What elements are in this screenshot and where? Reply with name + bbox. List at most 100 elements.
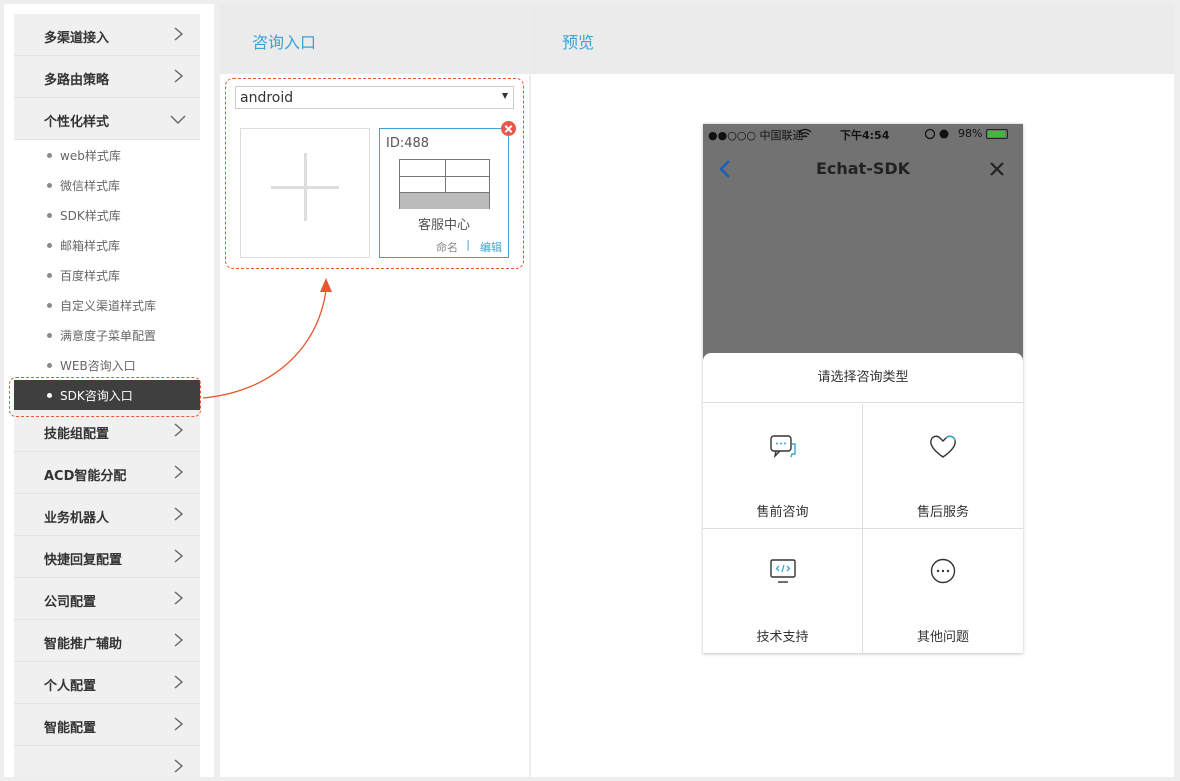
option-label: 技术支持 [756,630,809,645]
sub-item-web-style[interactable]: web样式库 [14,140,200,170]
nav-item-company[interactable]: 公司配置 [14,578,200,620]
monitor-code-icon [770,559,796,583]
nav-item-more[interactable] [14,746,200,777]
entry-style-card[interactable]: ID:488 客服中心 命名 | 编辑 [379,121,516,258]
sub-item-web-entry[interactable]: WEB咨询入口 [14,350,200,380]
bullet-icon [47,243,52,248]
style-card-name: 客服中心 [417,218,470,231]
entry-panel: 咨询入口 android ID:488 客服中心 命名 | 编辑 [220,4,529,777]
sub-item-sdk-style[interactable]: SDK样式库 [14,200,200,230]
sub-item-label: 微信样式库 [60,179,121,193]
option-label: 其他问题 [916,630,969,645]
nav-item-personal[interactable]: 个人配置 [14,662,200,704]
bullet-icon [47,393,52,398]
sub-item-custom-channel-style[interactable]: 自定义渠道样式库 [14,290,200,320]
chevron-right-icon [174,69,184,83]
bullet-icon [47,153,52,158]
chevron-right-icon [174,675,184,689]
nav-item-label: 业务机器人 [44,511,110,526]
nav-item-custom-style[interactable]: 个性化样式 [14,98,200,140]
battery-icon [986,129,1008,139]
thumbnail-footer [400,193,489,209]
platform-select[interactable]: android [235,86,514,109]
nav-item-acd[interactable]: ACD智能分配 [14,452,200,494]
nav-item-skill-group[interactable]: 技能组配置 [14,410,200,452]
bullet-icon [47,183,52,188]
option-other[interactable]: 其他问题 [863,529,1023,654]
phone-title-bar: Echat-SDK [703,144,1023,194]
sub-item-sdk-entry[interactable]: SDK咨询入口 [14,380,200,410]
option-tech-support[interactable]: 技术支持 [703,529,863,654]
rename-link[interactable]: 命名 [436,239,458,255]
chevron-right-icon [174,759,184,773]
option-aftersale[interactable]: 售后服务 [863,404,1023,529]
dropdown-arrow-icon [502,93,508,99]
option-label: 售后服务 [916,505,969,520]
nav-item-promotion[interactable]: 智能推广辅助 [14,620,200,662]
style-thumbnail [399,159,490,209]
edit-link[interactable]: 编辑 [480,239,502,255]
chat-bubble-icon [770,435,796,459]
chevron-right-icon [174,507,184,521]
preview-panel: 预览 ●●○○○ 中国联通 下午4:54 98% Echat-SDK 请选择咨询… [531,4,1174,777]
nav-item-multichannel[interactable]: 多渠道接入 [14,14,200,56]
sub-item-label: 自定义渠道样式库 [60,299,157,313]
close-icon[interactable] [989,161,1005,177]
sidebar: 多渠道接入 多路由策略 个性化样式 web样式库 微信样式库 SDK样式库 邮箱… [4,4,214,777]
consult-type-sheet: 请选择咨询类型 售前咨询 售后服务 技术支持 其他问题 [703,353,1023,654]
preview-panel-header: 预览 [531,4,1174,74]
platform-select-value: android [240,90,294,106]
nav-item-label: 个性化样式 [44,115,110,130]
preview-panel-title: 预览 [562,33,595,52]
bullet-icon [47,303,52,308]
nav-item-label: ACD智能分配 [44,469,127,484]
chevron-right-icon [174,27,184,41]
nav-item-routing[interactable]: 多路由策略 [14,56,200,98]
chevron-right-icon [174,549,184,563]
alarm-icon [925,128,949,140]
sub-item-label: 满意度子菜单配置 [60,329,157,343]
style-card-actions: 命名 | 编辑 [380,235,508,257]
option-presale[interactable]: 售前咨询 [703,404,863,529]
phone-status-bar: ●●○○○ 中国联通 下午4:54 98% [703,124,1023,144]
sub-item-label: WEB咨询入口 [60,359,136,373]
heart-icon [930,435,956,458]
chevron-right-icon [174,423,184,437]
bullet-icon [47,213,52,218]
sub-nav-list: web样式库 微信样式库 SDK样式库 邮箱样式库 百度样式库 自定义渠道样式库… [14,140,200,410]
nav-item-label: 多渠道接入 [44,31,110,46]
entry-panel-header: 咨询入口 [220,4,529,74]
nav-item-quick-reply[interactable]: 快捷回复配置 [14,536,200,578]
bullet-icon [47,273,52,278]
sub-item-satisfaction-menu[interactable]: 满意度子菜单配置 [14,320,200,350]
chevron-right-icon [174,717,184,731]
battery-percent: 98% [958,127,983,140]
chevron-right-icon [174,633,184,647]
nav-item-label: 公司配置 [44,595,97,610]
sheet-title: 请选择咨询类型 [703,353,1023,403]
nav-list: 多渠道接入 多路由策略 个性化样式 web样式库 微信样式库 SDK样式库 邮箱… [14,14,200,777]
clock-label: 下午4:54 [840,129,890,142]
bullet-icon [47,363,52,368]
sub-item-label: SDK样式库 [60,209,121,223]
nav-item-smart[interactable]: 智能配置 [14,704,200,746]
nav-item-label: 快捷回复配置 [44,553,123,568]
style-card-id: ID:488 [386,136,430,151]
add-entry-card[interactable] [240,128,370,258]
nav-item-robot[interactable]: 业务机器人 [14,494,200,536]
sub-item-label: SDK咨询入口 [60,389,133,403]
chevron-down-icon [170,115,186,124]
plus-icon-vertical [304,153,307,221]
wifi-icon [798,128,812,138]
sub-item-baidu-style[interactable]: 百度样式库 [14,260,200,290]
sub-item-wechat-style[interactable]: 微信样式库 [14,170,200,200]
sub-item-email-style[interactable]: 邮箱样式库 [14,230,200,260]
option-label: 售前咨询 [756,505,809,520]
phone-preview: ●●○○○ 中国联通 下午4:54 98% Echat-SDK 请选择咨询类型 … [703,124,1023,654]
nav-item-label: 智能推广辅助 [44,637,123,652]
chevron-right-icon [174,591,184,605]
sub-item-label: 邮箱样式库 [60,239,121,253]
delete-icon[interactable] [501,121,516,136]
sub-item-label: 百度样式库 [60,269,121,283]
nav-item-label: 多路由策略 [44,73,110,88]
